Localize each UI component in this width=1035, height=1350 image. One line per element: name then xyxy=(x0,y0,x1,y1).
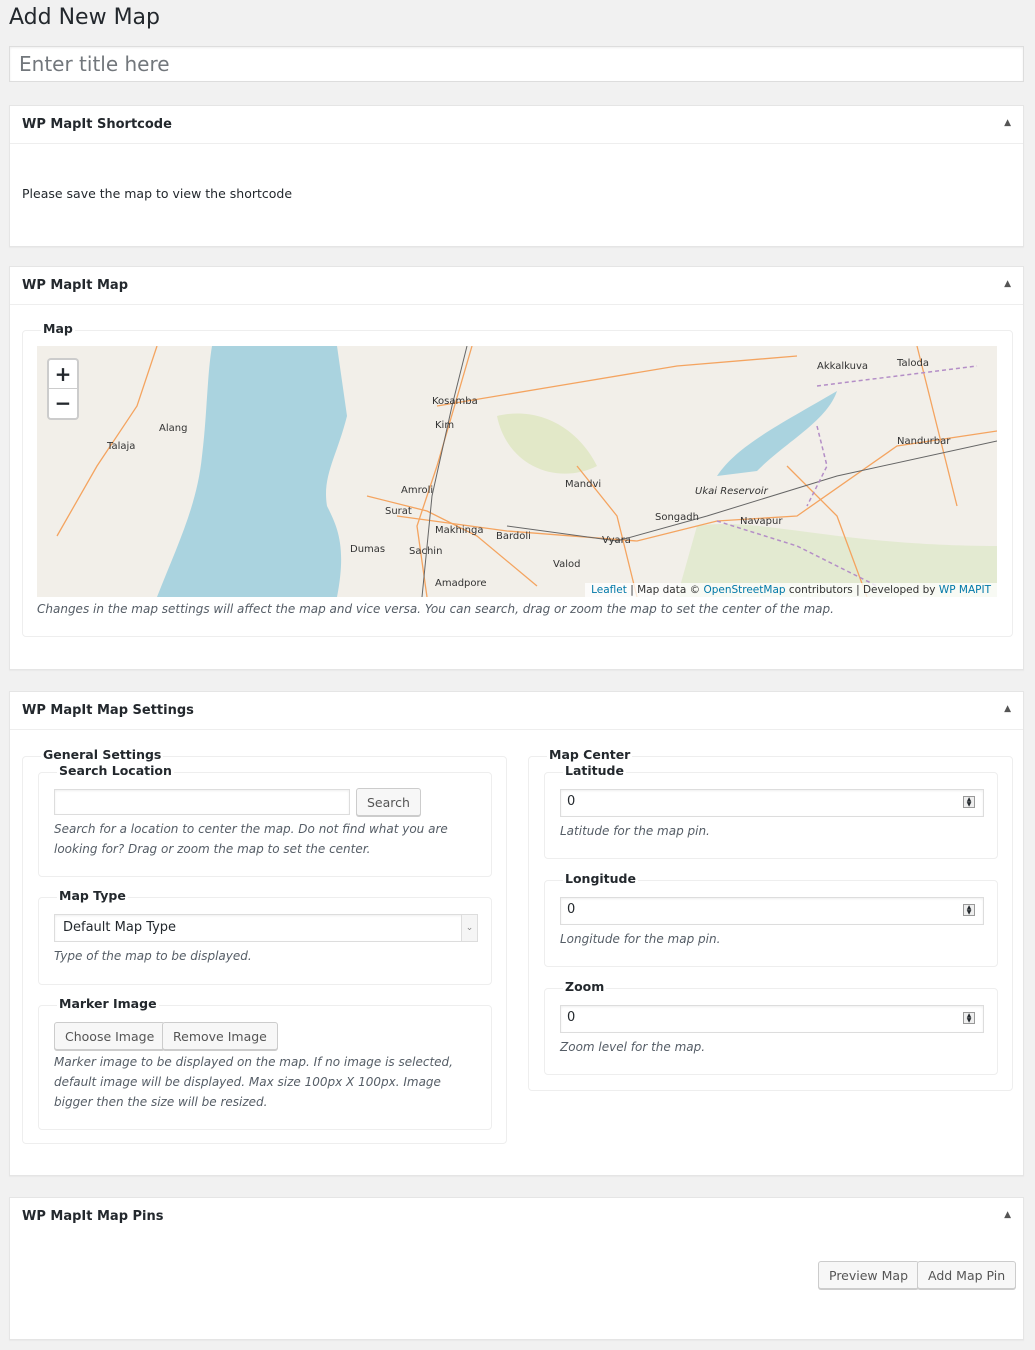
zoom-input[interactable]: 0 ▲ ▼ xyxy=(560,1005,984,1033)
preview-map-button[interactable]: Preview Map xyxy=(818,1261,920,1289)
latitude-legend: Latitude xyxy=(563,763,626,778)
shortcode-box: WP MapIt Shortcode ▲ Please save the map … xyxy=(9,105,1024,247)
search-location-legend: Search Location xyxy=(57,763,174,778)
map-legend: Map xyxy=(41,321,75,336)
marker-image-fieldset: Marker Image Choose Image Remove Image M… xyxy=(38,996,492,1130)
general-settings-fieldset: General Settings Search Location Search … xyxy=(22,747,507,1144)
choose-image-button[interactable]: Choose Image xyxy=(54,1022,166,1050)
zoom-out-button[interactable]: − xyxy=(49,389,77,417)
zoom-fieldset: Zoom 0 ▲ ▼ Zoom level for the map. xyxy=(544,979,998,1075)
zoom-control: + − xyxy=(47,358,79,420)
map-place-label: Taloda xyxy=(896,358,929,369)
page-title: Add New Map xyxy=(9,5,160,30)
map-box: WP MapIt Map ▲ Map Kosamba Kim Alang Talaja A… xyxy=(9,266,1024,670)
map-place-label: Bardoli xyxy=(496,531,531,542)
latitude-fieldset: Latitude 0 ▲ ▼ Latitude for the map pin. xyxy=(544,763,998,859)
general-settings-legend: General Settings xyxy=(41,747,164,762)
latitude-description: Latitude for the map pin. xyxy=(560,824,710,838)
map-type-legend: Map Type xyxy=(57,888,128,903)
map-place-label: Makhinga xyxy=(435,525,483,536)
box-title: WP MapIt Map xyxy=(22,278,128,293)
zoom-description: Zoom level for the map. xyxy=(560,1040,706,1054)
longitude-description: Longitude for the map pin. xyxy=(560,932,721,946)
map-tiles: Kosamba Kim Alang Talaja Amroli Surat Makhinga… xyxy=(37,346,997,597)
title-input[interactable] xyxy=(9,46,1024,82)
chevron-down-icon: ⌄ xyxy=(461,915,477,941)
map-place-label: Mandvi xyxy=(565,479,601,490)
osm-link[interactable]: OpenStreetMap xyxy=(703,584,785,596)
map-place-label: Vyara xyxy=(602,535,631,546)
latitude-value: 0 xyxy=(567,794,576,809)
map-place-label: Navapur xyxy=(740,516,783,527)
zoom-in-button[interactable]: + xyxy=(49,360,77,389)
zoom-legend: Zoom xyxy=(563,979,607,994)
map-place-label: Kim xyxy=(435,420,454,431)
box-title: WP MapIt Map Pins xyxy=(22,1209,164,1224)
map-attribution: Leaflet | Map data © OpenStreetMap contr… xyxy=(585,583,997,597)
remove-image-button[interactable]: Remove Image xyxy=(162,1022,278,1050)
leaflet-link[interactable]: Leaflet xyxy=(591,584,627,596)
map-place-label: Talaja xyxy=(106,441,135,452)
map-place-label: Kosamba xyxy=(432,396,478,407)
latitude-input[interactable]: 0 ▲ ▼ xyxy=(560,789,984,817)
map-center-legend: Map Center xyxy=(547,747,633,762)
marker-image-description: Marker image to be displayed on the map.… xyxy=(54,1055,453,1109)
box-title: WP MapIt Map Settings xyxy=(22,703,194,718)
map-type-select[interactable]: Default Map Type ⌄ xyxy=(54,914,478,942)
attribution-text: contributors | Developed by xyxy=(785,584,939,596)
map-place-label: Valod xyxy=(553,559,580,570)
map-type-selected: Default Map Type xyxy=(63,920,177,935)
map-type-description: Type of the map to be displayed. xyxy=(54,949,252,963)
longitude-fieldset: Longitude 0 ▲ ▼ Longitude for the map pin. xyxy=(544,871,998,967)
map-canvas[interactable]: Kosamba Kim Alang Talaja Amroli Surat Makhinga… xyxy=(37,346,997,597)
toggle-arrow-icon[interactable]: ▲ xyxy=(1004,1210,1011,1220)
map-place-label: Songadh xyxy=(655,512,699,523)
spinner-icon[interactable]: ▲ ▼ xyxy=(963,904,975,916)
search-location-fieldset: Search Location Search Search for a loca… xyxy=(38,763,492,877)
add-map-pin-button[interactable]: Add Map Pin xyxy=(917,1261,1017,1289)
spinner-icon[interactable]: ▲ ▼ xyxy=(963,796,975,808)
map-type-fieldset: Map Type Default Map Type ⌄ Type of the m… xyxy=(38,888,492,985)
pins-box: WP MapIt Map Pins ▲ Preview Map Add Map P… xyxy=(9,1197,1024,1340)
longitude-input[interactable]: 0 ▲ ▼ xyxy=(560,897,984,925)
toggle-arrow-icon[interactable]: ▲ xyxy=(1004,118,1011,128)
search-button[interactable]: Search xyxy=(356,788,421,816)
shortcode-message: Please save the map to view the shortcod… xyxy=(22,186,293,201)
search-description: Search for a location to center the map.… xyxy=(54,822,448,856)
attribution-text: | Map data © xyxy=(626,584,704,596)
map-center-fieldset: Map Center Latitude 0 ▲ ▼ Latitude for the… xyxy=(528,747,1013,1091)
toggle-arrow-icon[interactable]: ▲ xyxy=(1004,704,1011,714)
map-place-label: Amadpore xyxy=(435,578,487,589)
map-place-label: Surat xyxy=(385,506,412,517)
map-note: Changes in the map settings will affect … xyxy=(37,602,834,616)
longitude-value: 0 xyxy=(567,902,576,917)
map-place-label: Nandurbar xyxy=(897,436,951,447)
map-place-label: Alang xyxy=(159,423,187,434)
spinner-icon[interactable]: ▲ ▼ xyxy=(963,1012,975,1024)
wpmapit-link[interactable]: WP MAPIT xyxy=(939,584,991,596)
map-fieldset: Map Kosamba Kim Alang Talaja Amroli Surat Makh… xyxy=(22,321,1013,637)
map-place-label: Akkalkuva xyxy=(817,361,868,372)
search-location-input[interactable] xyxy=(54,789,350,815)
toggle-arrow-icon[interactable]: ▲ xyxy=(1004,279,1011,289)
box-title: WP MapIt Shortcode xyxy=(22,117,172,132)
map-place-label: Amroli xyxy=(401,485,433,496)
marker-image-legend: Marker Image xyxy=(57,996,159,1011)
map-place-label: Ukai Reservoir xyxy=(695,486,769,497)
map-place-label: Sachin xyxy=(409,546,442,557)
zoom-value: 0 xyxy=(567,1010,576,1025)
settings-box: WP MapIt Map Settings ▲ General Settings … xyxy=(9,691,1024,1176)
map-place-label: Dumas xyxy=(350,544,385,555)
longitude-legend: Longitude xyxy=(563,871,638,886)
